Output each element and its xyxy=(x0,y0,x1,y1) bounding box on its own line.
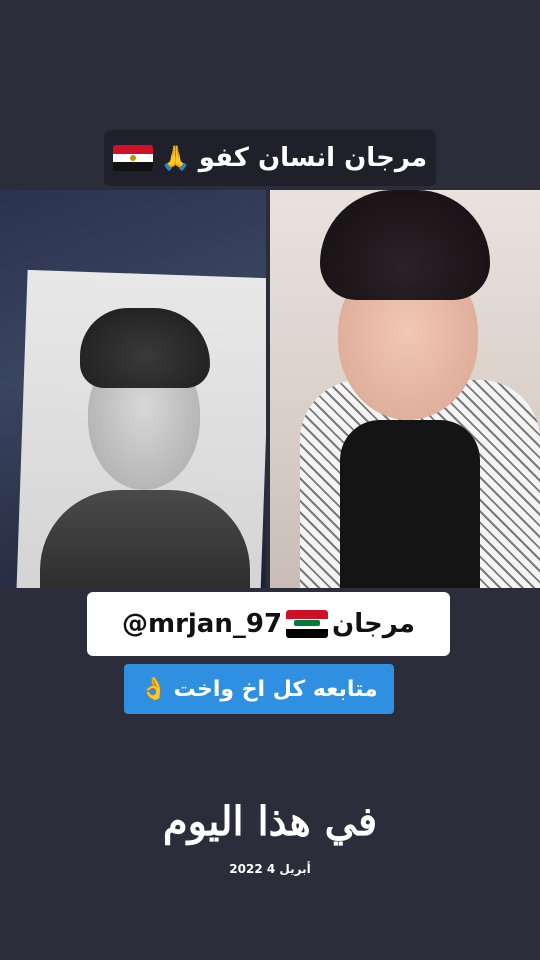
follow-text: متابعه كل اخ واخت xyxy=(173,676,378,702)
follow-banner: متابعه كل اخ واخت 👌 xyxy=(124,664,394,714)
egypt-flag-icon xyxy=(112,145,153,171)
title-banner: مرجان انسان كفو 🙏 xyxy=(104,130,436,186)
person-shirt xyxy=(340,420,480,588)
watermark-date: 2022 أبريل 4 xyxy=(229,862,311,876)
iraq-flag-icon xyxy=(286,610,329,638)
handle-banner: @mrjan_97 مرجان xyxy=(87,592,450,656)
handle-name: مرجان xyxy=(332,609,416,639)
title-text: مرجان انسان كفو xyxy=(198,143,428,173)
sketch-photo xyxy=(0,190,266,588)
person-photo xyxy=(270,190,540,588)
person-hair xyxy=(320,190,490,300)
praying-hands-icon: 🙏 xyxy=(160,144,191,172)
brand-watermark: في هذا اليوم xyxy=(162,798,379,845)
ok-hand-icon: 👌 xyxy=(140,676,168,702)
handle-username: @mrjan_97 xyxy=(121,609,283,639)
